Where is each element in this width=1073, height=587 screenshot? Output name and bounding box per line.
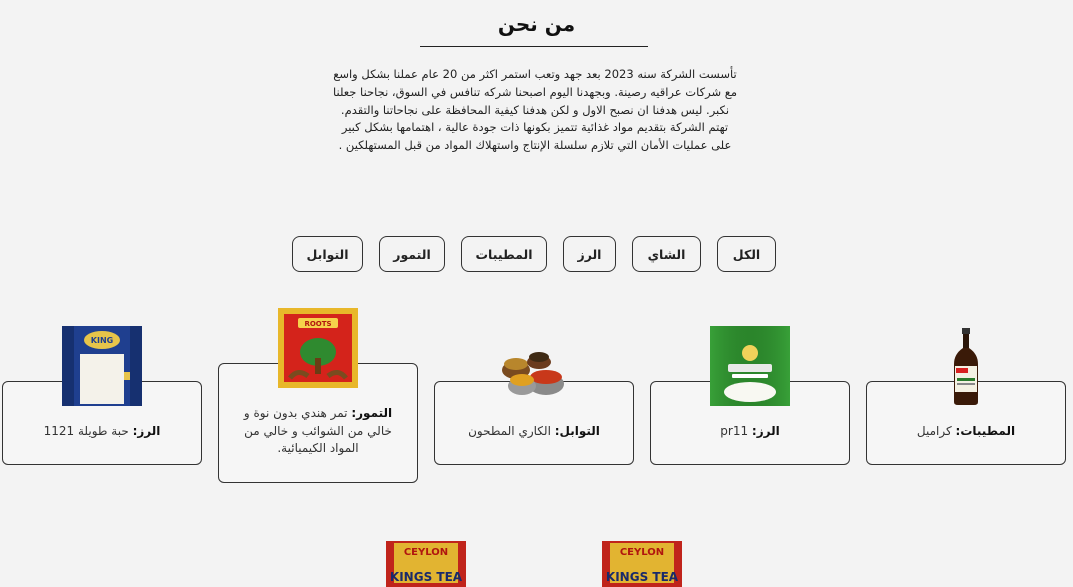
caramel-bottle-image [946,326,986,406]
king-rice-bag-image: KING [62,326,142,406]
product-caption: الرز: حبة طويلة 1121 [17,423,187,441]
tea-box-image: CEYLON KINGS TEA [386,541,466,587]
section-title: من نحن [497,12,576,36]
product-caption: الرز: pr11 [665,423,835,441]
roots-tamarind-box-image: ROOTS [278,308,358,388]
tea-label: KINGS TEA [606,570,679,584]
product-category: المطيبات: [955,424,1016,438]
product-name: pr11 [720,424,752,438]
title-underline [420,46,648,47]
tea-box-image: CEYLON KINGS TEA [602,541,682,587]
filter-all-button[interactable]: الكل [717,236,776,272]
filter-rice-button[interactable]: الرز [563,236,616,272]
product-category: الرز: [751,424,780,438]
product-caption: التوابل: الكاري المطحون [449,423,619,441]
filter-spices-button[interactable]: التوابل [292,236,363,272]
product-name: الكاري المطحون [468,424,555,438]
spices-bowls-image [494,340,574,400]
tea-brand: CEYLON [404,547,448,558]
filter-tea-button[interactable]: الشاي [632,236,701,272]
rice-bag-image [710,326,790,406]
filter-dates-button[interactable]: التمور [379,236,445,272]
product-caption: التمور: تمر هندي بدون نوة و خالي من الشو… [233,405,403,458]
category-filter-bar: الكل الشاي الرز المطيبات التمور التوابل [0,236,1073,274]
product-category: التوابل: [554,424,600,438]
about-paragraph: تأسست الشركة سنه 2023 بعد جهد وتعب استمر… [332,67,738,153]
product-category: التمور: [351,406,393,420]
tea-brand: CEYLON [620,547,664,558]
product-name: حبة طويلة 1121 [43,424,133,438]
product-name: كراميل [916,424,956,438]
svg-text:ROOTS: ROOTS [304,320,331,328]
tea-label: KINGS TEA [390,570,463,584]
filter-seasonings-button[interactable]: المطيبات [461,236,547,272]
product-caption: المطيبات: كراميل [881,423,1051,441]
svg-text:KING: KING [91,336,113,345]
product-category: الرز: [132,424,161,438]
